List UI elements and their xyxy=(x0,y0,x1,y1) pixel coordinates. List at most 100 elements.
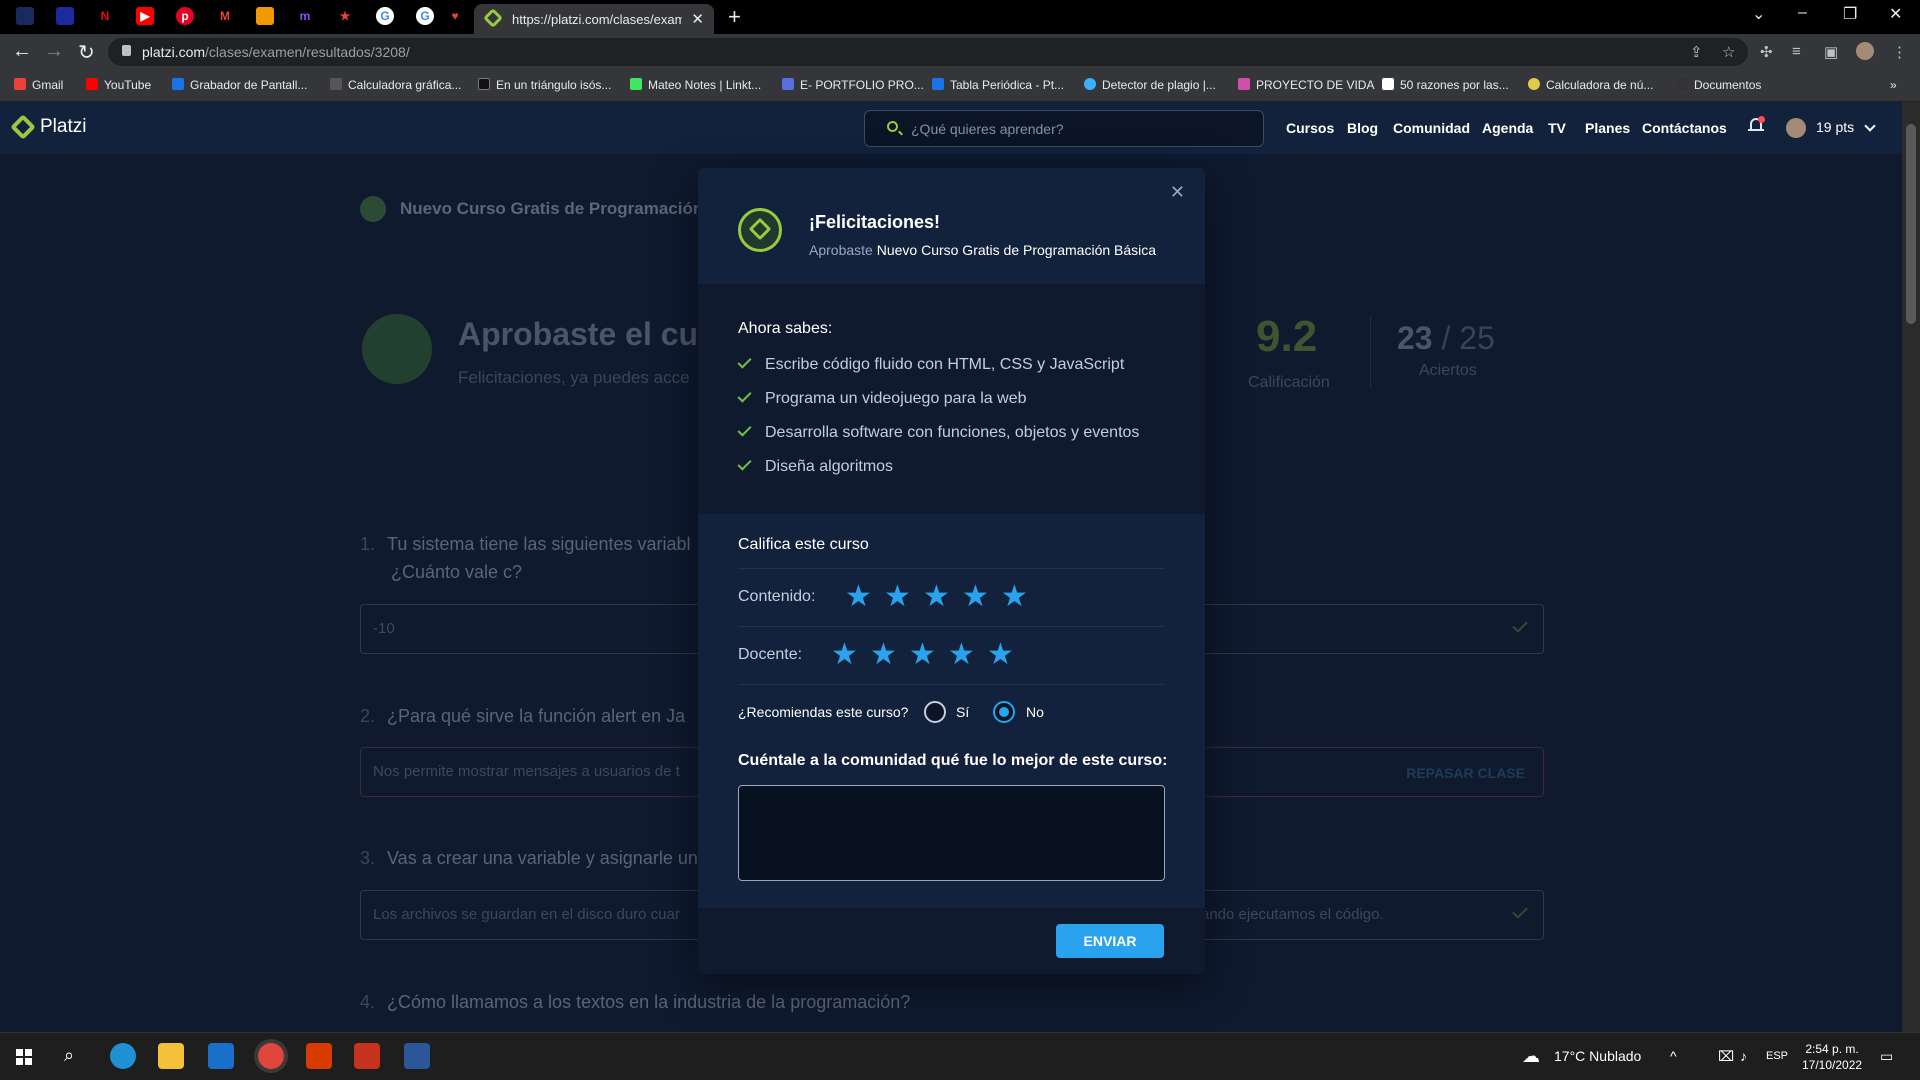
page-scrollbar[interactable] xyxy=(1902,102,1920,1032)
side-panel-icon[interactable]: ▣ xyxy=(1824,43,1838,61)
star-icon[interactable]: ★ xyxy=(844,582,873,612)
nav-blog[interactable]: Blog xyxy=(1347,120,1378,136)
bookmark-item[interactable]: Tabla Periódica - Pt... xyxy=(932,78,1064,92)
share-icon[interactable]: ⇪ xyxy=(1690,43,1703,61)
nav-comunidad[interactable]: Comunidad xyxy=(1393,120,1470,136)
user-avatar[interactable] xyxy=(1786,118,1806,138)
extensions-icon[interactable]: ✣ xyxy=(1760,43,1773,61)
close-tab-icon[interactable]: ✕ xyxy=(691,10,704,28)
star-icon[interactable]: ★ xyxy=(869,640,898,670)
star-icon[interactable]: ★ xyxy=(908,640,937,670)
star-icon[interactable]: ★ xyxy=(922,582,951,612)
divider xyxy=(1370,316,1371,388)
bookmark-item[interactable]: 50 razones por las... xyxy=(1382,78,1509,92)
nav-tv[interactable]: TV xyxy=(1548,120,1566,136)
recommend-no-radio[interactable] xyxy=(993,701,1015,723)
volume-icon[interactable]: ♪ xyxy=(1740,1048,1747,1064)
bookmark-item[interactable]: E- PORTFOLIO PRO... xyxy=(782,78,924,92)
user-points[interactable]: 19 pts xyxy=(1816,119,1854,135)
modal-footer: ENVIAR xyxy=(698,908,1205,974)
send-button[interactable]: ENVIAR xyxy=(1056,924,1164,958)
search-input[interactable] xyxy=(911,119,1241,139)
bookmark-item[interactable]: Calculadora de nú... xyxy=(1528,78,1653,92)
chrome-icon[interactable] xyxy=(258,1043,284,1069)
back-icon[interactable]: ← xyxy=(12,40,32,63)
pinned-tab-icon[interactable] xyxy=(16,7,34,25)
bookmark-star-icon[interactable]: ☆ xyxy=(1722,43,1735,61)
star-icon[interactable]: ★ xyxy=(883,582,912,612)
nav-contactanos[interactable]: Contáctanos xyxy=(1642,120,1727,136)
tray-chevron-icon[interactable]: ^ xyxy=(1670,1048,1677,1064)
restore-icon[interactable]: ❐ xyxy=(1843,4,1857,24)
language-indicator[interactable]: ESP xyxy=(1766,1050,1788,1062)
active-tab[interactable]: https://platzi.com/clases/examen... ✕ xyxy=(474,4,714,34)
word-icon[interactable] xyxy=(404,1043,430,1069)
media-icon[interactable]: ≡ xyxy=(1792,43,1801,60)
minimize-icon[interactable]: – xyxy=(1798,4,1807,22)
bookmark-item[interactable]: En un triángulo isós... xyxy=(478,78,611,92)
heart-tab-icon[interactable]: ♥ xyxy=(446,7,464,25)
google-tab-icon[interactable]: G xyxy=(416,7,434,25)
office-icon[interactable] xyxy=(306,1043,332,1069)
star-tab-icon[interactable]: ★ xyxy=(336,7,354,25)
menu-icon[interactable]: ⋮ xyxy=(1892,43,1907,61)
bookmark-item[interactable]: Gmail xyxy=(14,78,63,92)
close-icon[interactable]: ✕ xyxy=(1170,182,1185,203)
close-window-icon[interactable]: ✕ xyxy=(1889,4,1902,24)
bookmark-item[interactable]: Calculadora gráfica... xyxy=(330,78,461,92)
bookmark-item[interactable]: Mateo Notes | Linkt... xyxy=(630,78,761,92)
course-name[interactable]: Nuevo Curso Gratis de Programación xyxy=(400,199,703,219)
review-class-link[interactable]: REPASAR CLASE xyxy=(1406,765,1525,781)
mail-icon[interactable] xyxy=(208,1043,234,1069)
windows-start-icon[interactable] xyxy=(16,1049,32,1065)
bookmark-item[interactable]: YouTube xyxy=(86,78,151,92)
url-text[interactable]: platzi.com/clases/examen/resultados/3208… xyxy=(142,44,410,60)
new-tab-icon[interactable]: + xyxy=(728,4,741,30)
pinned-tab-icon[interactable] xyxy=(256,7,274,25)
answer-text: Los archivos se guardan en el disco duro… xyxy=(373,906,680,923)
comment-textarea[interactable] xyxy=(738,785,1165,881)
recommend-yes-radio[interactable] xyxy=(924,701,946,723)
reload-icon[interactable]: ↻ xyxy=(78,40,95,65)
recommend-yes-label[interactable]: Sí xyxy=(956,704,969,720)
star-icon[interactable]: ★ xyxy=(1000,582,1029,612)
weather-text[interactable]: 17°C Nublado xyxy=(1554,1048,1641,1064)
netflix-tab-icon[interactable]: N xyxy=(96,7,114,25)
network-icon[interactable]: ⌧ xyxy=(1718,1048,1734,1065)
nav-cursos[interactable]: Cursos xyxy=(1286,120,1334,136)
office-icon[interactable] xyxy=(354,1043,380,1069)
gmail-tab-icon[interactable]: M xyxy=(216,7,234,25)
notification-center-icon[interactable]: ▭ xyxy=(1880,1048,1893,1065)
scrollbar-thumb[interactable] xyxy=(1906,124,1916,324)
system-clock[interactable]: 2:54 p. m. 17/10/2022 xyxy=(1802,1041,1862,1073)
youtube-tab-icon[interactable]: ▶ xyxy=(136,7,154,25)
nav-planes[interactable]: Planes xyxy=(1585,120,1630,136)
bookmark-item[interactable]: Documentos xyxy=(1676,78,1761,92)
star-icon[interactable]: ★ xyxy=(986,640,1015,670)
edge-icon[interactable] xyxy=(110,1043,136,1069)
notifications-bell-icon[interactable] xyxy=(1748,116,1765,134)
nav-agenda[interactable]: Agenda xyxy=(1482,120,1533,136)
portfolio-icon xyxy=(782,78,794,90)
pinned-tab-icon[interactable]: m xyxy=(296,7,314,25)
star-icon[interactable]: ★ xyxy=(947,640,976,670)
search-box[interactable] xyxy=(864,110,1264,147)
bookmark-item[interactable]: PROYECTO DE VIDA xyxy=(1238,78,1374,92)
recommend-no-label[interactable]: No xyxy=(1026,704,1044,720)
bookmark-item[interactable]: Grabador de Pantall... xyxy=(172,78,307,92)
more-bookmarks-icon[interactable]: » xyxy=(1890,78,1897,92)
forward-icon[interactable]: → xyxy=(44,40,64,63)
project-icon xyxy=(1238,78,1250,90)
file-explorer-icon[interactable] xyxy=(158,1043,184,1069)
tab-search-icon[interactable]: ⌄ xyxy=(1752,4,1765,24)
search-icon[interactable]: ⌕ xyxy=(64,1045,74,1066)
pinterest-tab-icon[interactable]: p xyxy=(176,7,194,25)
address-bar[interactable]: platzi.com/clases/examen/resultados/3208… xyxy=(108,38,1748,66)
chevron-down-icon[interactable] xyxy=(1864,120,1876,132)
star-icon[interactable]: ★ xyxy=(830,640,859,670)
pinned-tab-icon[interactable] xyxy=(56,7,74,25)
star-icon[interactable]: ★ xyxy=(961,582,990,612)
bookmark-item[interactable]: Detector de plagio |... xyxy=(1084,78,1216,92)
google-tab-icon[interactable]: G xyxy=(376,7,394,25)
profile-avatar[interactable] xyxy=(1856,42,1874,60)
